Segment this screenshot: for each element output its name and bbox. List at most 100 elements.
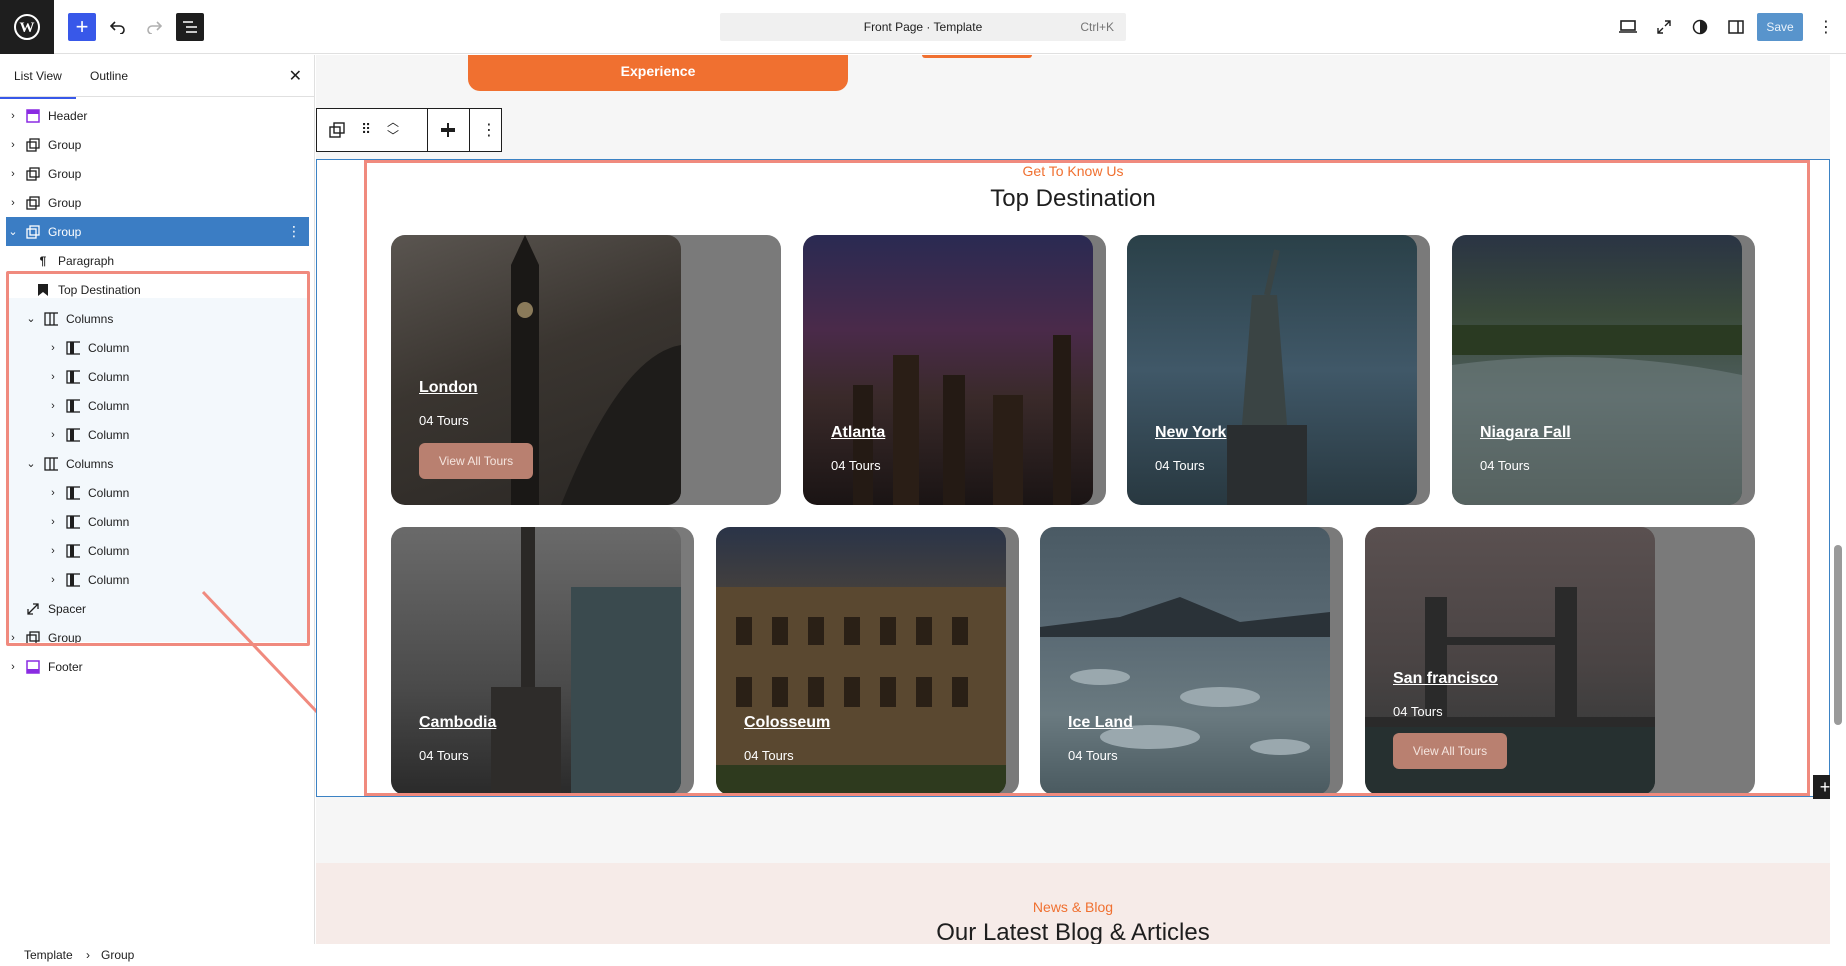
chevron-down-icon[interactable]: ⌄	[6, 225, 20, 238]
column-icon	[66, 485, 80, 500]
chevron-right-icon[interactable]: ›	[6, 139, 20, 151]
view-all-tours-button[interactable]: View All Tours	[1393, 733, 1507, 769]
chevron-right-icon[interactable]: ›	[46, 487, 60, 499]
undo-icon[interactable]	[104, 13, 132, 41]
chevron-right-icon[interactable]: ›	[46, 429, 60, 441]
align-icon[interactable]	[439, 121, 457, 144]
add-block-icon[interactable]: +	[1813, 775, 1830, 799]
list-item[interactable]: › Footer	[6, 652, 309, 681]
list-item[interactable]: Top Destination	[6, 275, 309, 304]
group-icon	[26, 195, 40, 210]
chevron-down-icon[interactable]: ⌄	[24, 457, 38, 470]
columns-icon	[44, 311, 58, 326]
list-item[interactable]: › Column	[6, 391, 309, 420]
scrollbar-thumb[interactable]	[1834, 545, 1842, 725]
card-title[interactable]: San francisco	[1393, 670, 1498, 688]
list-item[interactable]: ⌄ Columns	[6, 449, 309, 478]
card-tour-count: 04 Tours	[419, 413, 469, 428]
list-item[interactable]: ⌄ Columns	[6, 304, 309, 333]
breadcrumb-group[interactable]: Group	[101, 948, 134, 962]
destination-card-london[interactable]: London 04 Tours View All Tours	[391, 235, 781, 505]
card-title[interactable]: Colosseum	[744, 714, 830, 732]
destination-card-colosseum[interactable]: Colosseum 04 Tours	[716, 527, 1019, 795]
group-icon[interactable]	[329, 122, 345, 143]
sidebar-icon[interactable]	[1722, 13, 1750, 41]
redo-icon[interactable]	[140, 13, 168, 41]
chevron-right-icon[interactable]: ›	[6, 168, 20, 180]
list-view-sidebar: List View Outline ✕ › Header › Group › Grou…	[0, 55, 315, 944]
list-item[interactable]: › Column	[6, 507, 309, 536]
block-toolbar: ⠿ ︿ ﹀ ⋮	[316, 108, 502, 152]
destination-card-cambodia[interactable]: Cambodia 04 Tours	[391, 527, 694, 795]
destination-card-niagara-fall[interactable]: Niagara Fall 04 Tours	[1452, 235, 1755, 505]
list-item[interactable]: › Group	[6, 623, 309, 652]
command-palette-button[interactable]: Front Page · Template Ctrl+K	[720, 13, 1126, 41]
card-title[interactable]: Niagara Fall	[1480, 424, 1571, 442]
card-tour-count: 04 Tours	[1480, 458, 1530, 473]
column-icon	[66, 427, 80, 442]
card-title[interactable]: New York	[1155, 424, 1226, 442]
chevron-right-icon[interactable]: ›	[46, 574, 60, 586]
list-item[interactable]: Spacer	[6, 594, 309, 623]
canvas-scrollbar[interactable]	[1830, 55, 1846, 944]
chevron-down-icon[interactable]: ⌄	[24, 312, 38, 325]
card-tour-count: 04 Tours	[1068, 748, 1118, 763]
list-item-label: Group	[48, 137, 82, 152]
desktop-icon[interactable]	[1614, 13, 1642, 41]
list-item[interactable]: › Column	[6, 536, 309, 565]
destination-card-san-francisco[interactable]: San francisco 04 Tours View All Tours	[1365, 527, 1755, 795]
card-title[interactable]: Atlanta	[831, 424, 885, 442]
tab-outline[interactable]: Outline	[90, 69, 128, 83]
list-item[interactable]: › Group	[6, 159, 309, 188]
news-section: News & Blog Our Latest Blog & Articles	[316, 863, 1830, 944]
list-item[interactable]: › Group	[6, 188, 309, 217]
drag-handle-icon[interactable]: ⠿	[361, 121, 371, 138]
chevron-right-icon[interactable]: ›	[6, 632, 20, 644]
card-title[interactable]: Ice Land	[1068, 714, 1133, 732]
list-item[interactable]: › Column	[6, 565, 309, 594]
plus-icon[interactable]: +	[68, 13, 96, 41]
paragraph-icon: ¶	[39, 253, 47, 268]
list-item[interactable]: › Column	[6, 362, 309, 391]
move-up-down-icon[interactable]: ︿ ﹀	[387, 115, 399, 143]
more-icon[interactable]: ⋮	[1812, 13, 1840, 41]
chevron-right-icon[interactable]: ›	[46, 400, 60, 412]
chevron-right-icon[interactable]: ›	[46, 371, 60, 383]
contrast-icon[interactable]	[1686, 13, 1714, 41]
card-title[interactable]: Cambodia	[419, 714, 496, 732]
list-item-label: Column	[88, 485, 130, 500]
chevron-right-icon[interactable]: ›	[46, 516, 60, 528]
card-title[interactable]: London	[419, 379, 478, 397]
chevron-right-icon[interactable]: ›	[6, 197, 20, 209]
list-item[interactable]: › Column	[6, 333, 309, 362]
list-item-label: Column	[88, 514, 130, 529]
chevron-right-icon[interactable]: ›	[6, 110, 20, 122]
chevron-right-icon[interactable]: ›	[46, 342, 60, 354]
more-options-icon[interactable]: ⋮	[481, 120, 497, 140]
template-part-icon	[26, 659, 40, 674]
list-item[interactable]: › Column	[6, 420, 309, 449]
close-icon[interactable]: ✕	[289, 66, 302, 86]
tab-list-view[interactable]: List View	[0, 69, 76, 99]
list-item[interactable]: ¶ Paragraph	[6, 246, 309, 275]
view-all-tours-button[interactable]: View All Tours	[419, 443, 533, 479]
breadcrumb-template[interactable]: Template	[24, 948, 73, 962]
fullscreen-icon[interactable]	[1650, 13, 1678, 41]
chevron-right-icon[interactable]: ›	[46, 545, 60, 557]
save-button[interactable]: Save	[1757, 13, 1803, 41]
list-item[interactable]: › Group	[6, 130, 309, 159]
destination-card-atlanta[interactable]: Atlanta 04 Tours	[803, 235, 1106, 505]
chevron-right-icon[interactable]: ›	[6, 661, 20, 673]
list-item[interactable]: › Header	[6, 101, 309, 130]
list-item-label: Group	[48, 224, 82, 239]
list-item-selected-group[interactable]: ⌄ Group ⋮	[6, 217, 309, 246]
more-icon[interactable]: ⋮	[287, 223, 301, 240]
list-item[interactable]: › Column	[6, 478, 309, 507]
experience-button[interactable]: Experience	[468, 55, 848, 91]
wordpress-logo-icon[interactable]: W	[0, 0, 54, 54]
breadcrumb: Template › Group	[0, 944, 315, 966]
destination-card-new-york[interactable]: New York 04 Tours	[1127, 235, 1430, 505]
list-item-label: Column	[88, 572, 130, 587]
list-view-icon[interactable]	[176, 13, 204, 41]
destination-card-ice-land[interactable]: Ice Land 04 Tours	[1040, 527, 1343, 795]
